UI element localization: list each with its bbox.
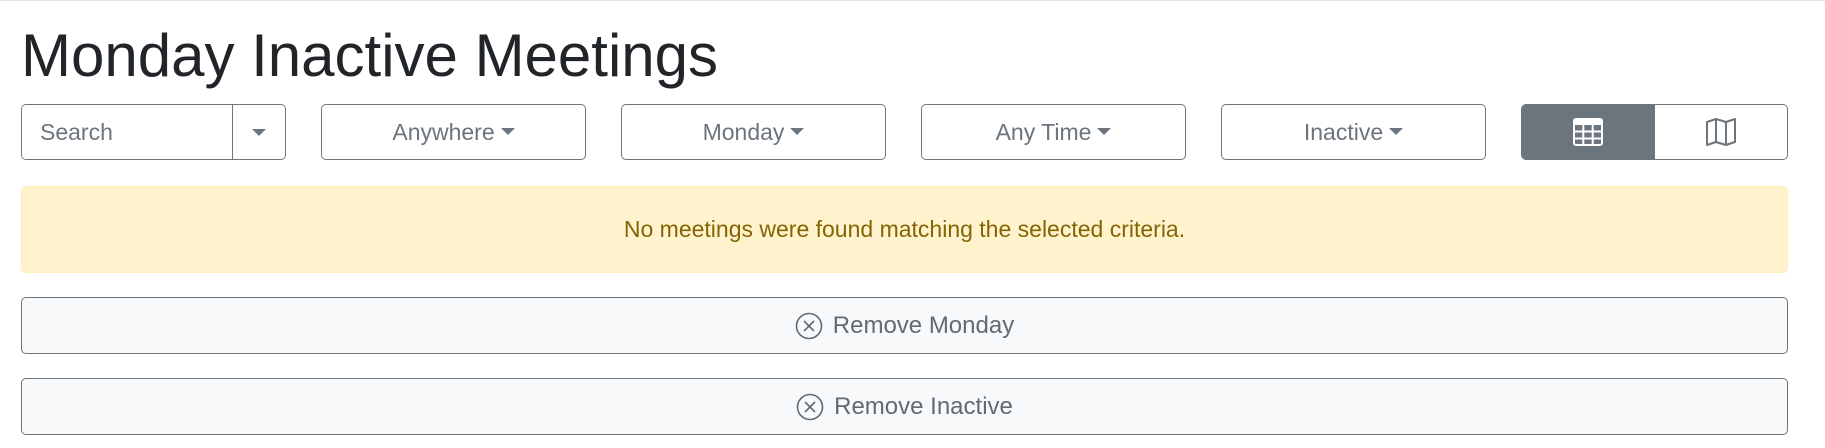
view-toggle <box>1521 104 1788 160</box>
alert-message: No meetings were found matching the sele… <box>623 216 1186 242</box>
search-group <box>21 104 286 160</box>
search-input[interactable] <box>22 105 233 159</box>
day-dropdown-label: Monday <box>702 118 785 145</box>
top-border <box>0 0 1825 1</box>
close-circle-icon <box>796 393 824 420</box>
caret-down-icon <box>1097 127 1112 135</box>
remove-day-filter-button[interactable]: Remove Monday <box>21 297 1788 354</box>
remove-day-label: Remove Monday <box>832 311 1015 339</box>
close-circle-icon <box>795 312 823 339</box>
search-options-button[interactable] <box>233 105 285 159</box>
time-dropdown-label: Any Time <box>995 118 1092 145</box>
caret-down-icon <box>1389 127 1404 135</box>
caret-down-icon <box>252 128 266 136</box>
map-icon <box>1706 118 1736 146</box>
status-dropdown-label: Inactive <box>1303 118 1384 145</box>
day-dropdown[interactable]: Monday <box>621 104 886 160</box>
filter-controls: Anywhere Monday Any Time Inactive <box>21 104 1788 162</box>
remove-status-label: Remove Inactive <box>834 392 1013 420</box>
caret-down-icon <box>500 127 515 135</box>
time-dropdown[interactable]: Any Time <box>921 104 1186 160</box>
no-results-alert: No meetings were found matching the sele… <box>21 186 1788 273</box>
page-title: Monday Inactive Meetings <box>21 22 719 89</box>
table-view-button[interactable] <box>1522 105 1654 159</box>
caret-down-icon <box>790 127 805 135</box>
remove-status-filter-button[interactable]: Remove Inactive <box>21 378 1788 435</box>
status-dropdown[interactable]: Inactive <box>1221 104 1486 160</box>
region-dropdown[interactable]: Anywhere <box>321 104 586 160</box>
region-dropdown-label: Anywhere <box>392 118 495 145</box>
table-icon <box>1573 118 1603 146</box>
map-view-button[interactable] <box>1654 105 1787 159</box>
